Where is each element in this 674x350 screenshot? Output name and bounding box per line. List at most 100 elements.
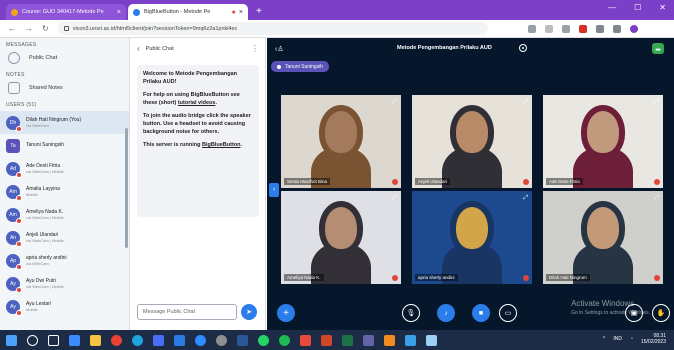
teams-icon[interactable] [363,334,374,346]
fullscreen-icon[interactable]: ⤢ [392,99,397,106]
user-avatar: Ay [6,276,22,293]
user-list-item[interactable]: Ay Ayu Lestari Mobile [0,295,129,318]
toggle-user-list-icon[interactable]: ‹♙ [275,45,284,53]
send-message-button[interactable]: ➤ [241,304,257,320]
fullscreen-icon[interactable]: ⤢ [654,99,659,106]
tray-chevron-icon[interactable]: ^ [603,336,605,342]
mail-extension-icon[interactable] [578,24,587,33]
muted-mic-icon [16,309,22,316]
close-tab-icon[interactable]: × [239,9,243,16]
screen-share-button[interactable]: ▭ [499,304,517,322]
recording-icon[interactable] [519,44,527,52]
webcam-tile[interactable]: Dilah Hati Ningrum ⤢ [543,191,663,284]
reload-icon[interactable]: ↻ [42,24,49,33]
fullscreen-icon[interactable]: ⤢ [654,195,659,202]
user-list-item[interactable]: Am Amalia Layyina Mobile [0,180,129,203]
paint-icon[interactable] [426,334,437,346]
tutorial-videos-link[interactable]: tutorial videos [178,100,216,106]
extension-icon[interactable] [561,24,570,33]
store-icon[interactable] [153,334,164,346]
avatar-initials: Dh [9,119,17,126]
close-window-icon[interactable]: ✕ [659,3,666,12]
microphone-button[interactable]: 🎙 [402,304,420,322]
fullscreen-icon[interactable]: ⤢ [523,99,528,106]
connection-status-icon[interactable]: ▂ [652,43,664,54]
forward-icon[interactable]: → [25,24,33,33]
webcam-button[interactable]: ■ [472,304,490,322]
avatar-initials: Am [9,211,17,218]
chat-options-icon[interactable]: ⋮ [251,44,259,53]
chat-message-input[interactable]: Message Public Chat [137,304,237,320]
user-list-item[interactable]: Ay Ayu Dwi Putri via WebCam | Mobile [0,272,129,295]
fullscreen-icon[interactable]: ⤢ [392,195,397,202]
chat-header: ‹ Public Chat ⋮ [131,38,265,59]
webcam-participant-name: Anjeli Ulandari [415,178,451,185]
minimize-icon[interactable]: — [608,3,616,12]
user-list-item[interactable]: Ad Ade Desti Fitria via WebCam | Mobile [0,157,129,180]
user-info: Anjeli Ulandari via WebCam | Mobile [26,232,64,244]
public-chat-link[interactable]: Public Chat [0,48,129,68]
webcam-tile[interactable]: Anjeli Ulandari ⤢ [412,95,532,188]
avatar-initials: Ay [10,303,16,310]
user-list-item[interactable]: Ap apria sherly andini via WebCam [0,249,129,272]
user-avatar: Ap [6,253,22,270]
expand-panel-arrow-icon[interactable]: ‹ [269,183,279,197]
user-list-item[interactable]: Am Ameliya Nada K. via WebCam | Mobile [0,203,129,226]
shared-notes-link[interactable]: Shared Notes [0,78,129,98]
powerpoint-icon[interactable] [321,334,332,346]
word-icon[interactable] [237,334,248,346]
welcome-help-line: For help on using BigBlueButton see thes… [143,91,240,106]
widgets-icon[interactable] [69,334,80,346]
audio-button[interactable]: ♪ [437,304,455,322]
user-list-item[interactable]: An Anjeli Ulandari via WebCam | Mobile [0,226,129,249]
clock[interactable]: 08.31 15/02/2023 [641,333,666,346]
photo-app-icon[interactable] [405,334,416,346]
muted-mic-icon [16,125,22,132]
wifi-icon[interactable]: ◔ [630,336,633,342]
user-info: Amalia Layyina Mobile [26,186,60,198]
maximize-icon[interactable]: ☐ [634,3,641,12]
webcam-tile[interactable]: Serda Mardhot Bina ⤢ [281,95,401,188]
profile-avatar-icon[interactable] [629,24,638,33]
bookmark-star-icon[interactable] [544,24,553,33]
raise-hand-button[interactable]: ✋ [652,304,670,322]
browser-tab-bbb[interactable]: BigBlueButton - Metode Pe ● × [128,4,248,20]
tab-title: BigBlueButton - Metode Pe [144,9,211,15]
user-list-scrollbar[interactable] [125,128,128,248]
webcam-tile[interactable]: Ameliya Nada K. ⤢ [281,191,401,284]
bigbluebutton-link[interactable]: BigBlueButton [202,142,241,148]
webcam-tile[interactable]: apria sherly andini ⤢ [412,191,532,284]
spotify-icon[interactable] [279,334,290,346]
user-list-item[interactable]: Ta Tanuni Suningsih [0,134,129,157]
actions-plus-button[interactable]: + [277,304,295,322]
share-icon[interactable] [527,24,536,33]
windows-start-icon[interactable] [6,334,17,346]
hand-icon: ✋ [656,310,666,317]
webcam-tile[interactable]: Ade Desti Fitria ⤢ [543,95,663,188]
photos-icon[interactable] [300,334,311,346]
close-tab-icon[interactable]: × [117,9,121,16]
back-icon[interactable]: ← [8,24,16,33]
browser-tab-course[interactable]: Course: GUO 340417-Metode Pe × [6,4,126,20]
language-indicator[interactable]: IND [613,336,622,342]
user-list-item[interactable]: Dh Dilah Hati Ningrum (You) via WebCam [0,111,129,134]
welcome-line: Welcome to Metode Pengembangan Prilaku A… [143,71,238,85]
new-tab-button[interactable]: + [256,6,262,17]
user-status: Mobile [26,192,38,198]
file-explorer-icon[interactable] [90,334,101,346]
vlc-icon[interactable] [384,334,395,346]
fullscreen-icon[interactable]: ⤢ [523,195,528,202]
excel-icon[interactable] [342,334,353,346]
puzzle-icon[interactable] [595,24,604,33]
hide-chat-chevron-icon[interactable]: ‹ [137,44,140,53]
zoom-icon[interactable] [195,334,206,346]
mail-icon[interactable] [174,334,185,346]
edge-icon[interactable] [132,334,143,346]
chrome-icon[interactable] [111,334,122,346]
search-icon[interactable] [27,334,38,346]
settings-icon[interactable] [216,334,227,346]
task-view-icon[interactable] [48,334,59,346]
whatsapp-icon[interactable] [258,334,269,346]
sidebar-icon[interactable] [612,24,621,33]
url-field[interactable]: vicon3.unsri.ac.id/html5client/join?sess… [57,22,488,35]
